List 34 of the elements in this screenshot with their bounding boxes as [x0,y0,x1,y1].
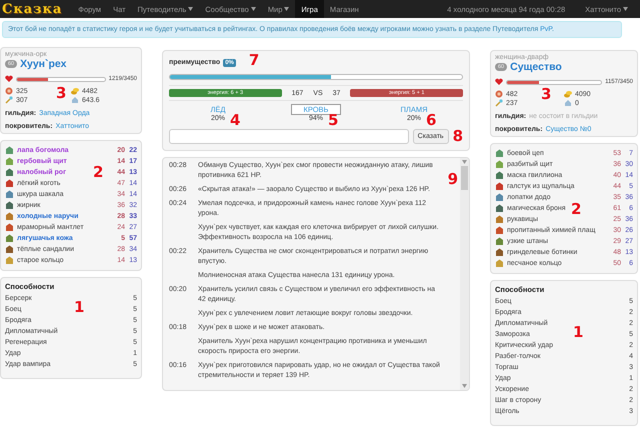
caret-icon [623,7,628,11]
caret-icon [462,384,467,388]
annotation-number: 9 [448,172,458,187]
scrollbar-thumb[interactable] [461,166,468,190]
caret-icon [462,160,467,164]
heart-icon [5,75,13,83]
heart-icon [495,78,503,86]
caret-icon [284,7,290,11]
annotation-number: 3 [56,86,66,101]
medal-icon [495,90,503,98]
caret-icon [250,7,256,11]
wand-icon [495,99,503,107]
chat-input[interactable] [169,129,409,144]
house-icon [564,99,572,107]
hero-name[interactable]: Существо [510,61,562,73]
hero-name[interactable]: Хуун`рех [20,58,66,70]
scrollbar[interactable] [460,158,469,390]
annotation-number: 1 [573,325,584,340]
annotation-number: 2 [93,165,104,180]
medal-icon [5,87,13,95]
annotation-number: 1 [74,300,84,315]
caret-icon [188,7,194,11]
coins-icon [71,87,79,95]
annotation-number: 4 [230,113,240,128]
wand-icon [5,96,13,104]
annotation-number: 2 [571,202,582,217]
annotation-number: 6 [426,113,436,128]
annotation-number: 3 [541,87,552,102]
house-icon [71,96,79,104]
annotation-number: 8 [452,129,463,144]
coins-icon [564,90,572,98]
logo[interactable]: Сказка [0,2,72,16]
annotation-number: 7 [248,53,260,68]
annotation-number: 5 [328,113,338,128]
